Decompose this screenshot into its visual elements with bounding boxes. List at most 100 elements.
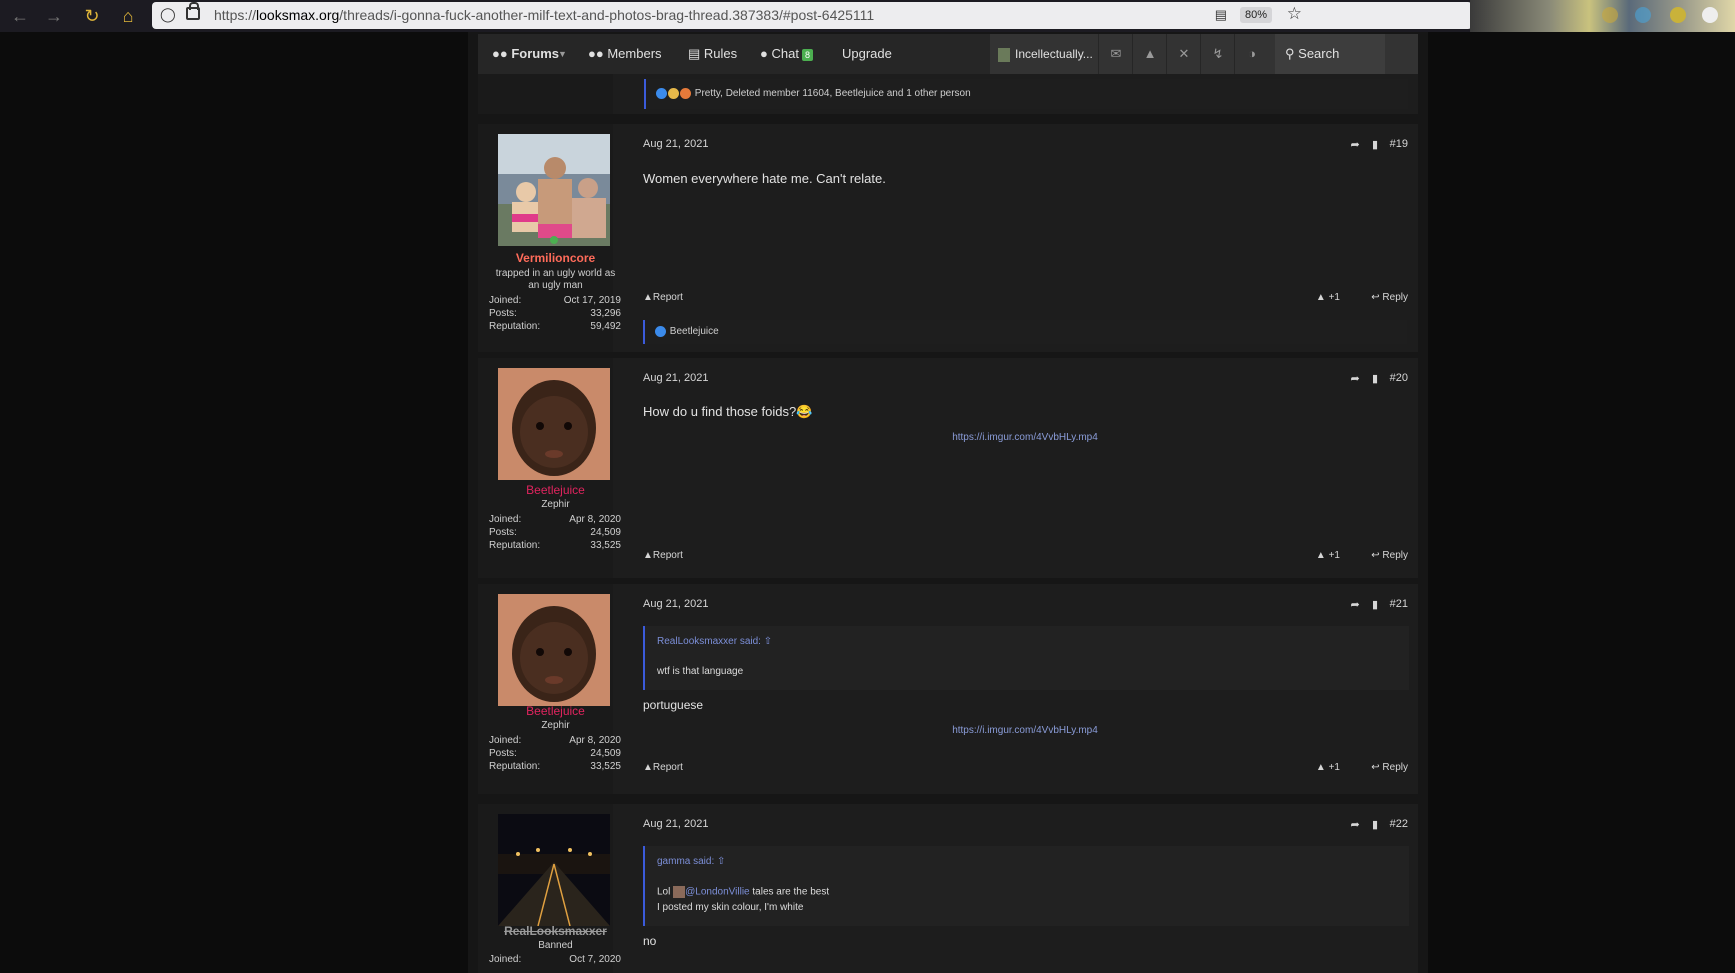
- haha-icon: [668, 87, 679, 99]
- share-icon[interactable]: ➦: [1350, 373, 1359, 385]
- zoom-level[interactable]: 80%: [1239, 7, 1272, 23]
- bookmark-star-icon[interactable]: ☆: [1287, 4, 1302, 24]
- toggle-icon[interactable]: ◑: [1234, 34, 1269, 74]
- quote-block: gamma said: ⇧ Lol @LondonVillie tales ar…: [643, 846, 1409, 926]
- account-bar: Incellectually... ✉ ▲ ✕ ↯ ◑ ⚲ Search: [990, 34, 1418, 74]
- download-icon[interactable]: [1635, 7, 1651, 23]
- reply-button[interactable]: ↩ Reply: [1371, 550, 1408, 561]
- post-number[interactable]: #22: [1390, 818, 1408, 830]
- mail-icon[interactable]: ✉: [1098, 34, 1133, 74]
- lock-icon[interactable]: [186, 2, 200, 20]
- reader-view-icon[interactable]: ▤: [1215, 7, 1227, 23]
- post-actions: ➦ ▮: [1350, 138, 1378, 151]
- username[interactable]: Vermilioncore: [478, 251, 633, 265]
- post-number[interactable]: #21: [1390, 598, 1408, 610]
- thumbs-up-icon: ▲: [1315, 762, 1326, 773]
- like-button[interactable]: ▲ +1: [1316, 550, 1340, 561]
- nav-upgrade[interactable]: Upgrade: [842, 34, 892, 74]
- username[interactable]: Beetlejuice: [478, 483, 633, 497]
- quote-text: wtf is that language: [657, 666, 744, 677]
- mention-link[interactable]: @LondonVillie: [685, 887, 749, 898]
- like-button[interactable]: ▲ +1: [1316, 762, 1340, 773]
- quote-author[interactable]: gamma said: ⇧: [657, 856, 725, 867]
- post-reactions[interactable]: Beetlejuice: [643, 320, 1407, 344]
- post-21: Beetlejuice Zephir Joined: Apr 8, 2020 Po…: [478, 584, 1418, 794]
- home-icon[interactable]: ⌂: [116, 4, 140, 28]
- user-title: an ugly man: [528, 280, 583, 291]
- bell-icon: ▲: [643, 762, 653, 773]
- post-number[interactable]: #19: [1390, 138, 1408, 150]
- bookmark-icon[interactable]: ▮: [1372, 599, 1378, 611]
- quote-author[interactable]: RealLooksmaxxer said: ⇧: [657, 636, 772, 647]
- bolt-icon[interactable]: ↯: [1200, 34, 1235, 74]
- stat-reputation: Reputation: 33,525: [489, 540, 621, 551]
- account-menu[interactable]: Incellectually...: [998, 34, 1098, 74]
- media-link[interactable]: https://i.imgur.com/4VvbHLy.mp4: [643, 725, 1407, 736]
- quote-text-line-2: I posted my skin colour, I'm white: [657, 902, 804, 913]
- post-date[interactable]: Aug 21, 2021: [643, 138, 708, 150]
- url-text[interactable]: https://looksmax.org/threads/i-gonna-fuc…: [214, 7, 874, 23]
- bell-icon[interactable]: ▲: [1132, 34, 1167, 74]
- nav-chat[interactable]: ● Chat 8: [760, 34, 813, 74]
- user-title: Zephir: [541, 499, 570, 510]
- close-icon[interactable]: ✕: [1166, 34, 1201, 74]
- post-body: portuguese: [643, 698, 704, 712]
- share-icon[interactable]: ➦: [1350, 599, 1359, 611]
- share-icon[interactable]: ➦: [1350, 139, 1359, 151]
- stat-joined: Joined: Oct 17, 2019: [489, 295, 621, 306]
- profile-icon[interactable]: [1670, 7, 1686, 23]
- post-body: no: [643, 934, 657, 948]
- post-actions: ➦ ▮: [1350, 598, 1378, 611]
- avatar[interactable]: [498, 134, 610, 246]
- forum-page: ●● Forums ▼ ●● Members ▤ Rules ● Chat 8 U…: [468, 32, 1428, 973]
- stat-joined: Joined: Oct 7, 2020: [489, 954, 621, 965]
- post-actions: ➦ ▮: [1350, 818, 1378, 831]
- bookmark-icon[interactable]: ▮: [1372, 139, 1378, 151]
- report-button[interactable]: ▲Report: [643, 550, 683, 561]
- post-date[interactable]: Aug 21, 2021: [643, 818, 708, 830]
- members-icon: ●●: [588, 46, 604, 61]
- post-actions: ➦ ▮: [1350, 372, 1378, 385]
- avatar[interactable]: [498, 814, 610, 926]
- reload-icon[interactable]: ↻: [80, 4, 104, 28]
- post-date[interactable]: Aug 21, 2021: [643, 372, 708, 384]
- menu-icon[interactable]: [1702, 7, 1718, 23]
- username[interactable]: Beetlejuice: [478, 704, 633, 718]
- reply-button[interactable]: ↩ Reply: [1371, 292, 1408, 303]
- nav-members[interactable]: ●● Members: [588, 34, 662, 74]
- post-19: Vermilioncore trapped in an ugly world a…: [478, 124, 1418, 352]
- nav-rules[interactable]: ▤ Rules: [688, 34, 737, 74]
- bookmark-icon[interactable]: ▮: [1372, 819, 1378, 831]
- report-button[interactable]: ▲Report: [643, 292, 683, 303]
- post-number[interactable]: #20: [1390, 372, 1408, 384]
- reply-button[interactable]: ↩ Reply: [1371, 762, 1408, 773]
- post-date[interactable]: Aug 21, 2021: [643, 598, 708, 610]
- chevron-down-icon[interactable]: ▼: [558, 34, 567, 74]
- stat-joined: Joined: Apr 8, 2020: [489, 735, 621, 746]
- back-icon[interactable]: ←: [8, 4, 32, 28]
- search-button[interactable]: ⚲ Search: [1275, 34, 1385, 74]
- avatar[interactable]: [498, 368, 610, 480]
- report-button[interactable]: ▲Report: [643, 762, 683, 773]
- bookmark-icon[interactable]: ▮: [1372, 373, 1378, 385]
- expand-quote-icon[interactable]: ⇧: [717, 856, 725, 867]
- extension-icon[interactable]: [1602, 7, 1618, 23]
- stat-joined: Joined: Apr 8, 2020: [489, 514, 621, 525]
- reply-icon: ↩: [1371, 762, 1380, 773]
- user-title: Zephir: [541, 720, 570, 731]
- address-bar[interactable]: ◯ https://looksmax.org/threads/i-gonna-f…: [152, 2, 1472, 29]
- forward-icon[interactable]: →: [42, 4, 66, 28]
- avatar[interactable]: [498, 594, 610, 706]
- media-link[interactable]: https://i.imgur.com/4VvbHLy.mp4: [643, 432, 1407, 443]
- username[interactable]: RealLooksmaxxer: [478, 924, 633, 938]
- mention-avatar: [673, 886, 686, 898]
- nav-forums[interactable]: ●● Forums: [492, 34, 559, 74]
- expand-quote-icon[interactable]: ⇧: [764, 636, 772, 647]
- browser-toolbar: ← → ↻ ⌂ ◯ https://looksmax.org/threads/i…: [0, 0, 1735, 32]
- rules-icon: ▤: [688, 46, 701, 61]
- post-20: Beetlejuice Zephir Joined: Apr 8, 2020 Po…: [478, 358, 1418, 578]
- prev-post-reactions[interactable]: Pretty, Deleted member 11604, Beetlejuic…: [644, 79, 1408, 109]
- shield-icon[interactable]: ◯: [160, 6, 176, 23]
- share-icon[interactable]: ➦: [1350, 819, 1359, 831]
- like-button[interactable]: ▲ +1: [1316, 292, 1340, 303]
